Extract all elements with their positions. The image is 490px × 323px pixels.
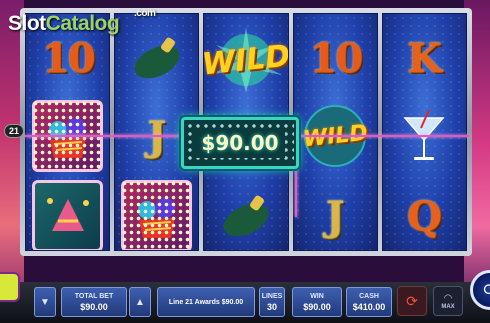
bottle-symbol	[210, 180, 281, 250]
bet-increase-button[interactable]: ▲	[129, 287, 151, 317]
max-bet-button[interactable]: ◠ MAX	[433, 286, 463, 316]
reel-5: K Q	[381, 13, 468, 251]
bet-decrease-button[interactable]: ▼	[34, 287, 56, 317]
win-panel: WIN $90.00	[292, 287, 342, 317]
cash-panel: CASH $410.00	[346, 287, 392, 317]
symbol-j: J	[325, 192, 345, 240]
symbol-q: Q	[406, 192, 442, 240]
bottle-symbol	[121, 22, 192, 94]
marquee-lights	[121, 180, 193, 250]
symbol-10: 10	[309, 34, 363, 82]
reel-4: 10 WILD J	[292, 13, 378, 251]
lines-panel: LINES 30	[259, 287, 285, 317]
wild-symbol: WILD	[204, 24, 288, 96]
payline-marker: 21	[4, 124, 24, 138]
chevron-down-icon: ▼	[40, 296, 50, 308]
champagne-bottle-icon	[134, 37, 180, 79]
game-logo-badge	[0, 272, 20, 302]
champagne-bottle-icon	[223, 195, 269, 237]
reel-1: 10	[25, 13, 111, 251]
spin-icon: ⟳	[483, 282, 490, 299]
fireworks-symbol	[121, 180, 193, 250]
gauge-icon: ◠	[443, 292, 453, 304]
slotcatalog-logo: SlotCatalog .com	[8, 8, 156, 35]
message-panel: Line 21 Awards $90.00	[157, 287, 255, 317]
symbol-k: K	[407, 34, 442, 82]
payline-21	[295, 135, 470, 137]
autoplay-icon: ⟳	[406, 292, 418, 309]
total-bet-panel: TOTAL BET $90.00	[61, 287, 127, 317]
party-icon	[46, 198, 89, 231]
chevron-up-icon: ▲	[135, 296, 145, 308]
win-award-display: $90.00	[181, 117, 299, 169]
bonus-symbol	[32, 180, 104, 250]
autoplay-button[interactable]: ⟳	[397, 286, 427, 316]
